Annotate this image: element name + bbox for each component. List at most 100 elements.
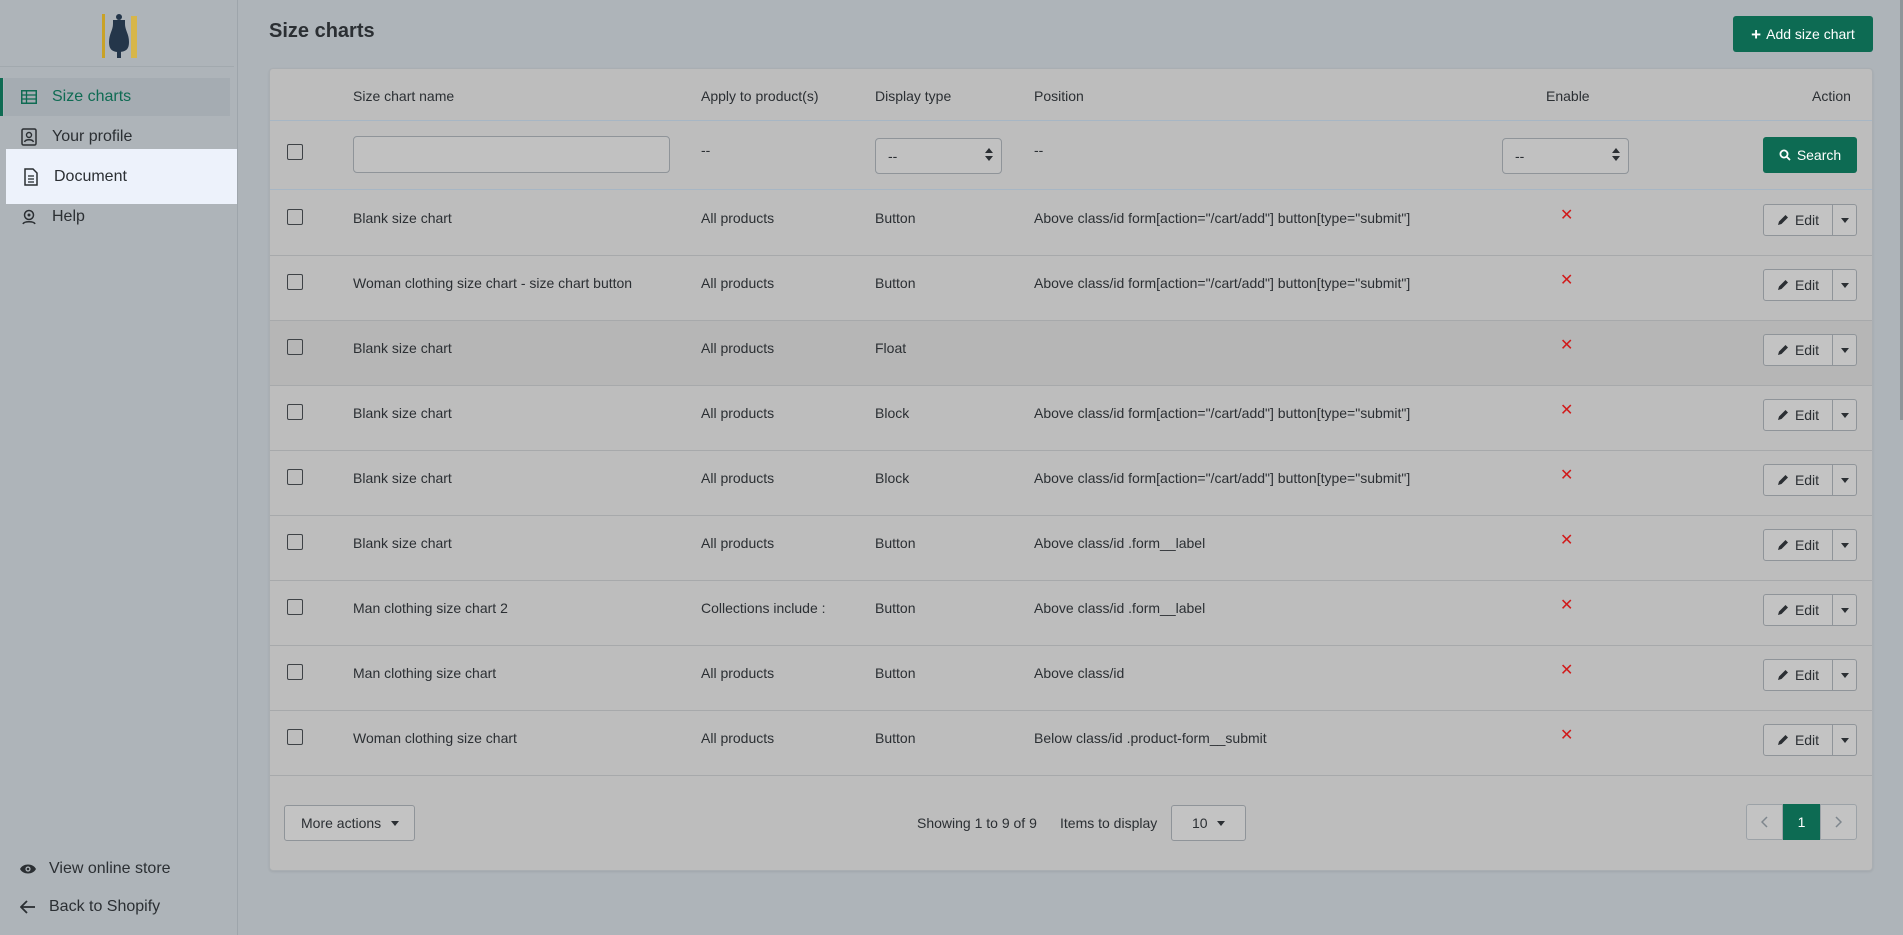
display-type-select[interactable]: -- [875,138,1002,174]
row-checkbox[interactable] [287,599,303,615]
pencil-icon [1777,604,1789,616]
row-checkbox[interactable] [287,664,303,680]
edit-dropdown-toggle[interactable] [1833,724,1857,756]
row-apply: All products [701,340,775,356]
row-position: Above class/id [1034,665,1125,681]
edit-label: Edit [1794,602,1820,618]
row-display-type: Block [875,470,910,486]
row-divider [270,580,1872,581]
disabled-x-icon: ✕ [1560,597,1574,614]
row-divider [270,775,1872,776]
apply-filter-placeholder: -- [701,142,711,158]
name-filter-input[interactable] [353,136,670,173]
edit-dropdown-toggle[interactable] [1833,269,1857,301]
enable-select[interactable]: -- [1502,138,1629,174]
edit-button[interactable]: Edit [1763,464,1833,496]
pencil-icon [1777,734,1789,746]
pagination: 1 [1746,804,1857,840]
edit-label: Edit [1794,407,1820,423]
row-checkbox[interactable] [287,729,303,745]
sidebar-item-size-charts[interactable]: Size charts [0,78,230,116]
app-logo [98,12,140,60]
previous-page-button[interactable] [1746,804,1783,840]
row-display-type: Button [875,600,916,616]
enable-selected: -- [1515,148,1525,164]
row-divider [270,320,1872,321]
disabled-x-icon: ✕ [1560,272,1574,289]
select-arrows-icon [985,148,993,161]
edit-dropdown-toggle[interactable] [1833,399,1857,431]
profile-icon [18,126,40,148]
row-divider [270,710,1872,711]
edit-label: Edit [1794,342,1820,358]
edit-dropdown-toggle[interactable] [1833,334,1857,366]
select-arrows-icon [1612,148,1620,161]
edit-button[interactable]: Edit [1763,399,1833,431]
sidebar-item-help[interactable]: Help [4,198,230,236]
row-display-type: Float [875,340,907,356]
row-display-type: Block [875,405,910,421]
edit-label: Edit [1794,667,1820,683]
disabled-x-icon: ✕ [1560,467,1574,484]
row-action-group: Edit [1763,659,1857,691]
header-divider [270,120,1872,121]
current-page-button[interactable]: 1 [1783,804,1820,840]
row-action-group: Edit [1763,204,1857,236]
pencil-icon [1777,539,1789,551]
row-checkbox[interactable] [287,469,303,485]
edit-button[interactable]: Edit [1763,269,1833,301]
row-checkbox[interactable] [287,339,303,355]
pencil-icon [1777,409,1789,421]
edit-button[interactable]: Edit [1763,529,1833,561]
items-per-page-dropdown[interactable]: 10 [1171,805,1246,841]
sidebar-item-document[interactable]: Document [6,149,237,204]
chevron-down-icon [1840,347,1849,353]
row-name: Man clothing size chart 2 [353,600,508,616]
disabled-x-icon: ✕ [1560,532,1574,549]
pencil-icon [1777,344,1789,356]
row-position: Above class/id form[action="/cart/add"] … [1034,275,1411,291]
row-name: Blank size chart [353,535,452,551]
plus-icon: + [1751,24,1762,44]
edit-dropdown-toggle[interactable] [1833,594,1857,626]
sidebar-item-label: Document [54,167,127,185]
row-name: Woman clothing size chart - size chart b… [353,275,633,291]
next-page-button[interactable] [1820,804,1857,840]
row-apply: Collections include : [701,600,826,616]
edit-dropdown-toggle[interactable] [1833,204,1857,236]
edit-button[interactable]: Edit [1763,659,1833,691]
edit-dropdown-toggle[interactable] [1833,464,1857,496]
position-filter-placeholder: -- [1034,142,1044,158]
row-apply: All products [701,405,775,421]
help-icon [18,206,40,228]
row-checkbox[interactable] [287,404,303,420]
row-action-group: Edit [1763,334,1857,366]
more-actions-dropdown[interactable]: More actions [284,805,415,841]
chevron-down-icon [1840,477,1849,483]
chevron-down-icon [1840,737,1849,743]
view-online-store-link[interactable]: View online store [18,859,171,879]
row-display-type: Button [875,730,916,746]
row-name: Woman clothing size chart [353,730,517,746]
add-size-chart-button[interactable]: + Add size chart [1733,16,1873,52]
search-button[interactable]: Search [1763,137,1857,173]
row-action-group: Edit [1763,724,1857,756]
edit-button[interactable]: Edit [1763,334,1833,366]
row-divider [270,450,1872,451]
pencil-icon [1777,669,1789,681]
edit-button[interactable]: Edit [1763,724,1833,756]
more-actions-label: More actions [301,815,382,831]
row-checkbox[interactable] [287,534,303,550]
edit-button[interactable]: Edit [1763,594,1833,626]
select-all-checkbox[interactable] [287,144,303,160]
edit-dropdown-toggle[interactable] [1833,529,1857,561]
back-to-shopify-link[interactable]: Back to Shopify [18,897,160,917]
pencil-icon [1777,214,1789,226]
row-action-group: Edit [1763,529,1857,561]
row-checkbox[interactable] [287,274,303,290]
row-checkbox[interactable] [287,209,303,225]
edit-button[interactable]: Edit [1763,204,1833,236]
edit-dropdown-toggle[interactable] [1833,659,1857,691]
row-action-group: Edit [1763,464,1857,496]
column-header-apply: Apply to product(s) [701,88,819,104]
